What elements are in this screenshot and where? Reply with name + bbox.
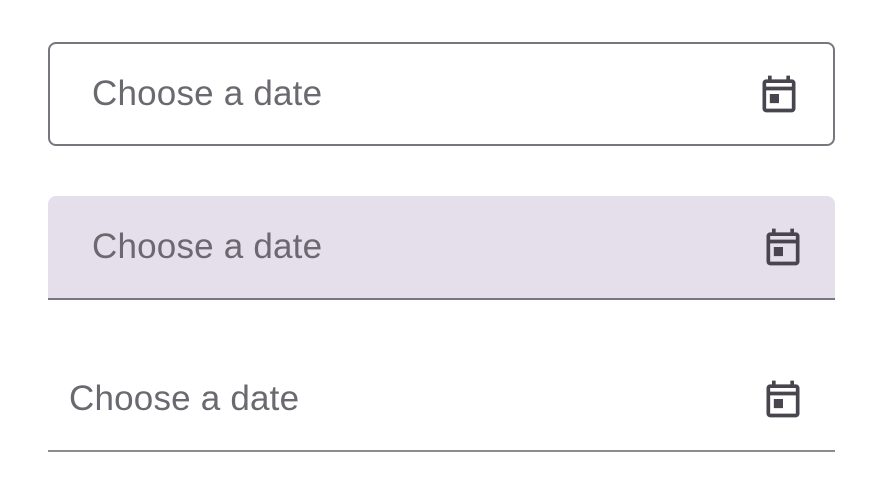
calendar-icon[interactable] <box>755 70 803 118</box>
date-field-placeholder: Choose a date <box>92 227 323 266</box>
calendar-icon[interactable] <box>759 375 807 423</box>
calendar-icon[interactable] <box>759 223 807 271</box>
date-field-placeholder: Choose a date <box>92 74 323 113</box>
date-field-outline[interactable]: Choose a date <box>48 42 835 146</box>
date-field-legacy[interactable]: Choose a date <box>48 348 835 452</box>
datepicker-demo: Choose a date Choose a date Choose a dat… <box>0 0 882 502</box>
date-field-placeholder: Choose a date <box>69 379 300 418</box>
date-field-fill[interactable]: Choose a date <box>48 196 835 300</box>
